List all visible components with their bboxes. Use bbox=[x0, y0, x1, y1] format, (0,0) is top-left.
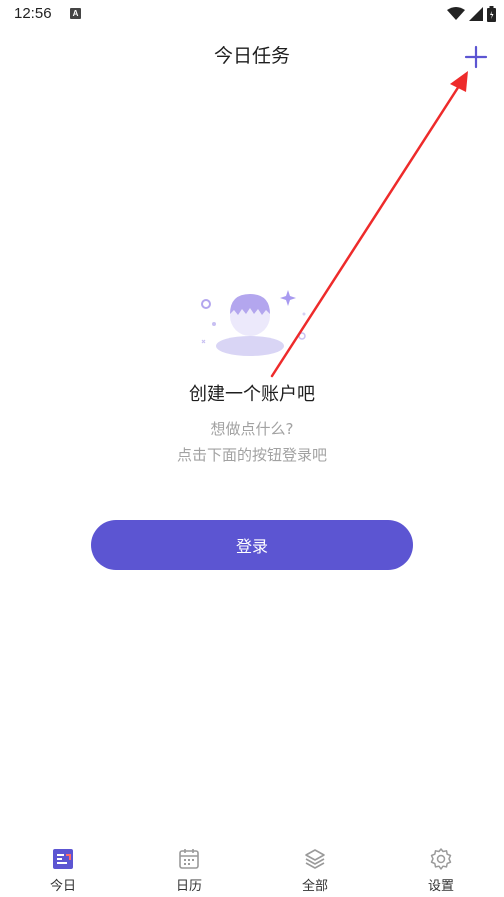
login-button[interactable]: 登录 bbox=[91, 520, 413, 570]
page-title: 今日任务 bbox=[213, 45, 290, 67]
nav-label-settings: 设置 bbox=[427, 879, 454, 894]
status-bar: 12:56 A bbox=[0, 0, 504, 28]
nav-item-settings[interactable]: 设置 bbox=[378, 838, 504, 897]
nav-item-today[interactable]: 今日 bbox=[0, 838, 126, 897]
nav-label-calendar: 日历 bbox=[175, 879, 202, 894]
today-icon bbox=[53, 849, 73, 869]
bottom-navigation: 今日 日历 全部 设置 bbox=[0, 838, 504, 897]
status-icons bbox=[447, 5, 496, 23]
empty-state-subtitle-1: 想做点什么? bbox=[210, 420, 294, 438]
nav-label-all: 全部 bbox=[301, 879, 328, 894]
user-avatar-illustration bbox=[201, 290, 306, 356]
calendar-icon bbox=[179, 849, 199, 869]
nav-item-all[interactable]: 全部 bbox=[252, 838, 378, 897]
notification-a-icon: A bbox=[70, 8, 81, 19]
battery-icon bbox=[487, 6, 496, 22]
cellular-signal-icon bbox=[469, 7, 483, 21]
wifi-icon bbox=[447, 7, 465, 20]
nav-label-today: 今日 bbox=[49, 879, 76, 894]
plus-icon bbox=[464, 45, 488, 69]
gear-icon bbox=[430, 848, 452, 870]
nav-item-calendar[interactable]: 日历 bbox=[126, 838, 252, 897]
status-time: 12:56 bbox=[14, 5, 52, 22]
empty-state-subtitle-2: 点击下面的按钮登录吧 bbox=[176, 446, 327, 464]
empty-state-title: 创建一个账户吧 bbox=[189, 384, 315, 405]
layers-icon bbox=[305, 849, 325, 869]
add-task-button[interactable] bbox=[461, 42, 491, 72]
